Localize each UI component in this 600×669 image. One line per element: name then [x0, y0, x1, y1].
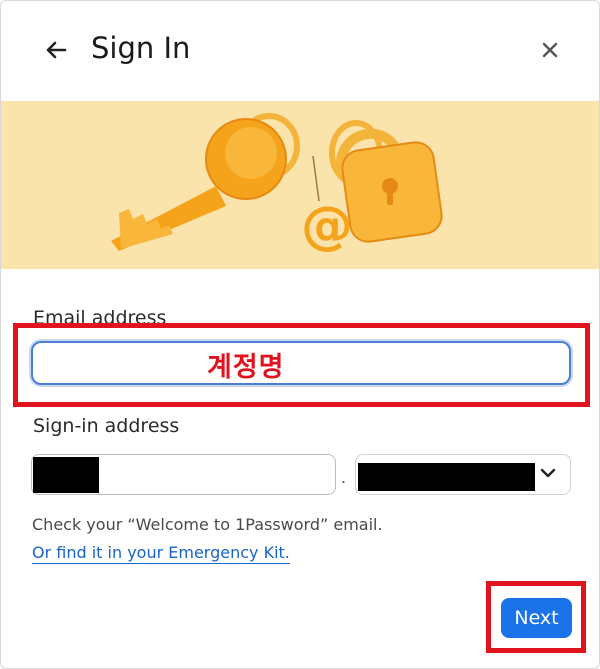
emergency-kit-link[interactable]: Or find it in your Emergency Kit.: [32, 543, 290, 564]
back-button[interactable]: [39, 33, 73, 67]
svg-text:@: @: [301, 196, 353, 256]
key-padlock-illustration: @: [111, 113, 443, 256]
banner-illustration: @: [1, 101, 599, 269]
sign-in-dialog: Sign In @ Email address 계정명 Sign-in addr…: [0, 0, 600, 669]
address-separator: .: [341, 467, 347, 487]
page-title: Sign In: [91, 31, 191, 65]
redacted-address-block: [33, 457, 99, 493]
help-text: Check your “Welcome to 1Password” email.: [32, 515, 383, 534]
chevron-down-icon[interactable]: [540, 467, 556, 479]
dialog-header: Sign In: [1, 1, 599, 101]
signin-address-label: Sign-in address: [33, 415, 180, 437]
close-icon: [542, 42, 558, 58]
close-button[interactable]: [533, 33, 567, 67]
next-highlight-box: [486, 581, 586, 653]
email-highlight-box: [13, 323, 590, 407]
arrow-left-icon: [46, 41, 67, 59]
redacted-domain-block: [358, 463, 535, 491]
